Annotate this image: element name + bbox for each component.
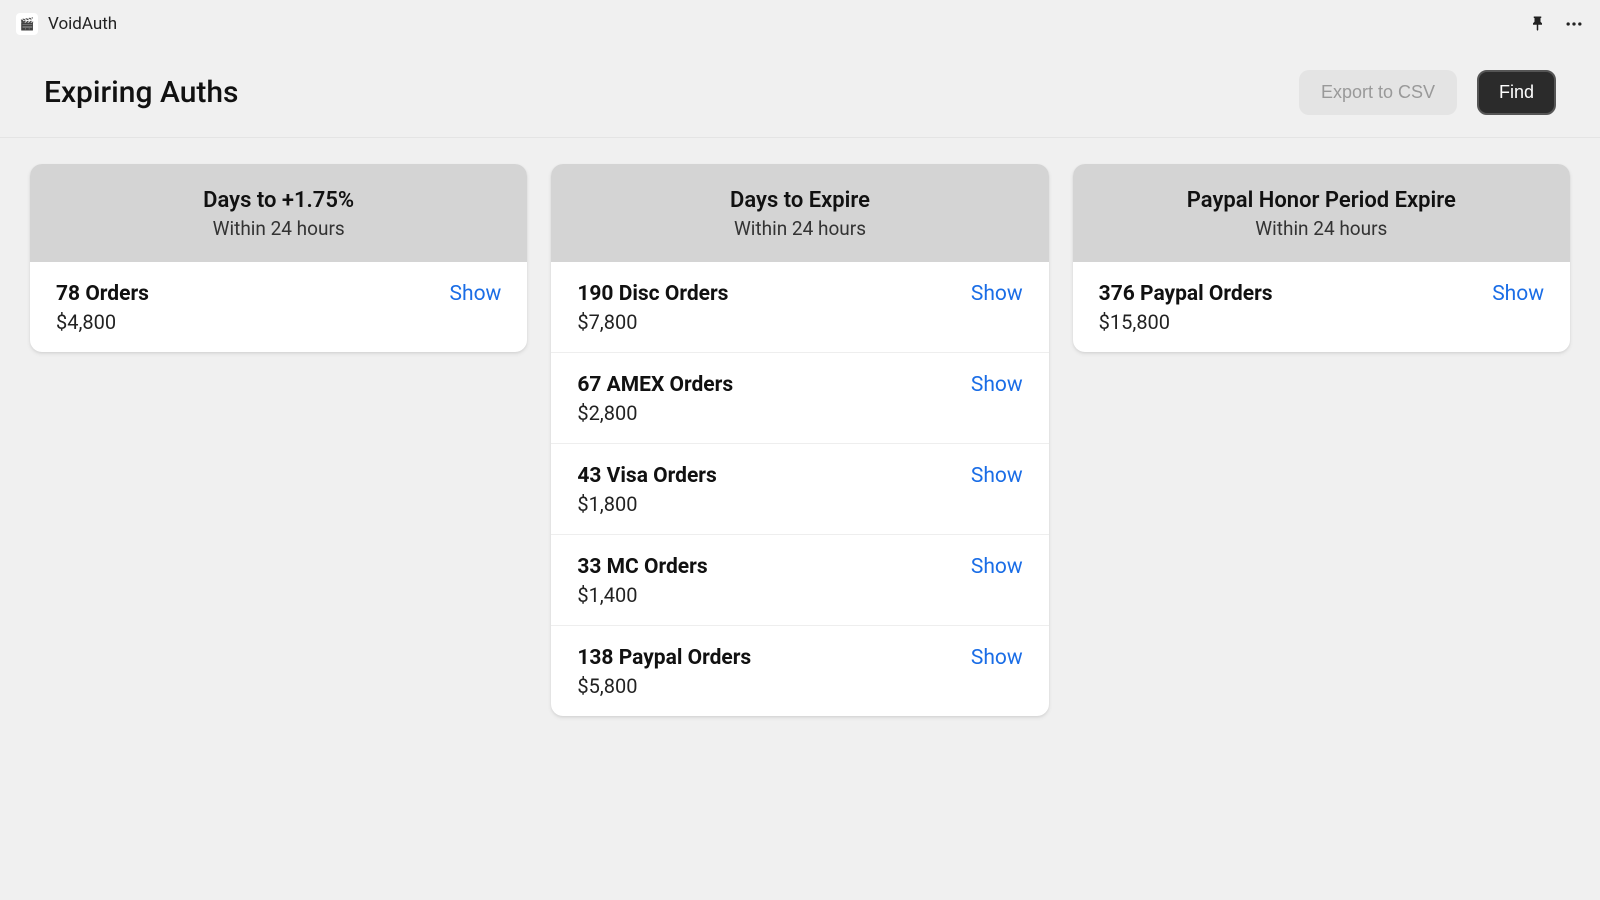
card-subtitle: Within 24 hours bbox=[50, 217, 507, 240]
row-title: 78 Orders bbox=[56, 282, 149, 306]
row-title: 190 Disc Orders bbox=[577, 282, 728, 306]
header-actions: Export to CSV Find bbox=[1299, 70, 1556, 115]
row-amount: $7,800 bbox=[577, 310, 728, 334]
app-icon: 🎬 bbox=[16, 13, 38, 35]
card-title: Days to Expire bbox=[571, 188, 1028, 213]
row-amount: $15,800 bbox=[1099, 310, 1273, 334]
topbar-left: 🎬 VoidAuth bbox=[16, 13, 117, 35]
show-link[interactable]: Show bbox=[1492, 282, 1544, 306]
export-csv-button[interactable]: Export to CSV bbox=[1299, 70, 1457, 115]
pin-icon[interactable] bbox=[1530, 15, 1548, 33]
card-row: 33 MC Orders $1,400 Show bbox=[551, 535, 1048, 626]
show-link[interactable]: Show bbox=[971, 555, 1023, 579]
card-header: Paypal Honor Period Expire Within 24 hou… bbox=[1073, 164, 1570, 262]
show-link[interactable]: Show bbox=[971, 646, 1023, 670]
card-title: Paypal Honor Period Expire bbox=[1093, 188, 1550, 213]
page-title: Expiring Auths bbox=[44, 75, 238, 110]
show-link[interactable]: Show bbox=[971, 373, 1023, 397]
find-button[interactable]: Find bbox=[1477, 70, 1556, 115]
card-subtitle: Within 24 hours bbox=[571, 217, 1028, 240]
row-amount: $2,800 bbox=[577, 401, 733, 425]
row-title: 43 Visa Orders bbox=[577, 464, 716, 488]
row-left: 67 AMEX Orders $2,800 bbox=[577, 373, 733, 425]
row-left: 33 MC Orders $1,400 bbox=[577, 555, 707, 607]
card-row: 67 AMEX Orders $2,800 Show bbox=[551, 353, 1048, 444]
more-icon[interactable] bbox=[1564, 14, 1584, 34]
row-amount: $4,800 bbox=[56, 310, 149, 334]
show-link[interactable]: Show bbox=[450, 282, 502, 306]
row-left: 190 Disc Orders $7,800 bbox=[577, 282, 728, 334]
row-title: 33 MC Orders bbox=[577, 555, 707, 579]
content: Days to +1.75% Within 24 hours 78 Orders… bbox=[0, 138, 1600, 742]
card-row: 190 Disc Orders $7,800 Show bbox=[551, 262, 1048, 353]
card-days-to-expire: Days to Expire Within 24 hours 190 Disc … bbox=[551, 164, 1048, 716]
page-header: Expiring Auths Export to CSV Find bbox=[0, 48, 1600, 138]
row-title: 67 AMEX Orders bbox=[577, 373, 733, 397]
card-paypal-honor: Paypal Honor Period Expire Within 24 hou… bbox=[1073, 164, 1570, 352]
row-title: 376 Paypal Orders bbox=[1099, 282, 1273, 306]
row-amount: $1,400 bbox=[577, 583, 707, 607]
card-header: Days to Expire Within 24 hours bbox=[551, 164, 1048, 262]
card-row: 78 Orders $4,800 Show bbox=[30, 262, 527, 352]
topbar: 🎬 VoidAuth bbox=[0, 0, 1600, 48]
show-link[interactable]: Show bbox=[971, 282, 1023, 306]
row-left: 78 Orders $4,800 bbox=[56, 282, 149, 334]
topbar-right bbox=[1530, 14, 1584, 34]
show-link[interactable]: Show bbox=[971, 464, 1023, 488]
card-header: Days to +1.75% Within 24 hours bbox=[30, 164, 527, 262]
row-left: 376 Paypal Orders $15,800 bbox=[1099, 282, 1273, 334]
card-row: 138 Paypal Orders $5,800 Show bbox=[551, 626, 1048, 716]
row-amount: $5,800 bbox=[577, 674, 751, 698]
card-days-to-rate: Days to +1.75% Within 24 hours 78 Orders… bbox=[30, 164, 527, 352]
row-left: 43 Visa Orders $1,800 bbox=[577, 464, 716, 516]
row-title: 138 Paypal Orders bbox=[577, 646, 751, 670]
card-title: Days to +1.75% bbox=[50, 188, 507, 213]
card-row: 43 Visa Orders $1,800 Show bbox=[551, 444, 1048, 535]
card-subtitle: Within 24 hours bbox=[1093, 217, 1550, 240]
card-row: 376 Paypal Orders $15,800 Show bbox=[1073, 262, 1570, 352]
row-amount: $1,800 bbox=[577, 492, 716, 516]
app-title: VoidAuth bbox=[48, 14, 117, 34]
row-left: 138 Paypal Orders $5,800 bbox=[577, 646, 751, 698]
